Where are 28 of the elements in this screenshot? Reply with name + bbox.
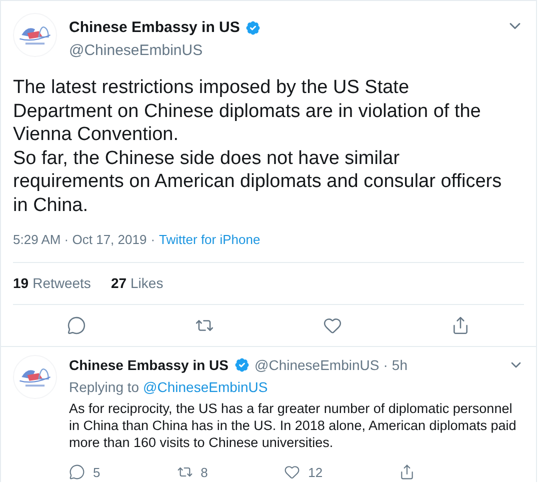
avatar-logo-icon[interactable] <box>13 354 57 398</box>
source-link[interactable]: Twitter for iPhone <box>159 230 260 250</box>
reply-icon[interactable] <box>69 464 85 480</box>
share-icon[interactable] <box>450 316 470 334</box>
replying-label: Replying to <box>69 378 140 397</box>
display-name[interactable]: Chinese Embassy in US <box>69 354 229 376</box>
mention-link[interactable]: @ChineseEmbinUS <box>143 376 268 398</box>
action-count: 8 <box>200 464 208 482</box>
tweet-text: The latest restrictions imposed by the US State Department on Chinese diplomats are in violation of the Vienna Convention. So far, the Chinese side does not have similar requirements on American diplomats and consular officers in China. <box>13 76 503 217</box>
reply-text: As for reciprocity, the US has a far greater number of diplomatic personnel in China than China has in the US. In 2018 alone, American diplomats paid more than 160 visits to Chinese universities. <box>69 400 518 450</box>
heart-icon[interactable] <box>284 464 300 480</box>
timestamp: 5:29 AM · Oct 17, 2019 <box>13 231 147 249</box>
tweet-age[interactable]: 5h <box>392 354 408 376</box>
stat-label[interactable]: Retweets <box>32 272 91 294</box>
avatar-logo-icon[interactable] <box>13 13 57 57</box>
stat-count[interactable]: 19 <box>13 272 29 294</box>
reply-icon[interactable] <box>67 316 86 334</box>
action-count: 5 <box>93 464 100 482</box>
display-name[interactable]: Chinese Embassy in US <box>69 17 240 40</box>
separator: · <box>150 231 156 249</box>
share-icon[interactable] <box>398 464 415 480</box>
separator: · <box>383 356 388 374</box>
stat-count[interactable]: 27 <box>110 272 127 294</box>
handle[interactable]: @ChineseEmbinUS <box>69 40 494 62</box>
heart-icon[interactable] <box>322 316 342 334</box>
action-count: 12 <box>308 464 323 482</box>
handle[interactable]: @ChineseEmbinUS <box>254 354 380 376</box>
stat-label[interactable]: Likes <box>130 272 164 294</box>
